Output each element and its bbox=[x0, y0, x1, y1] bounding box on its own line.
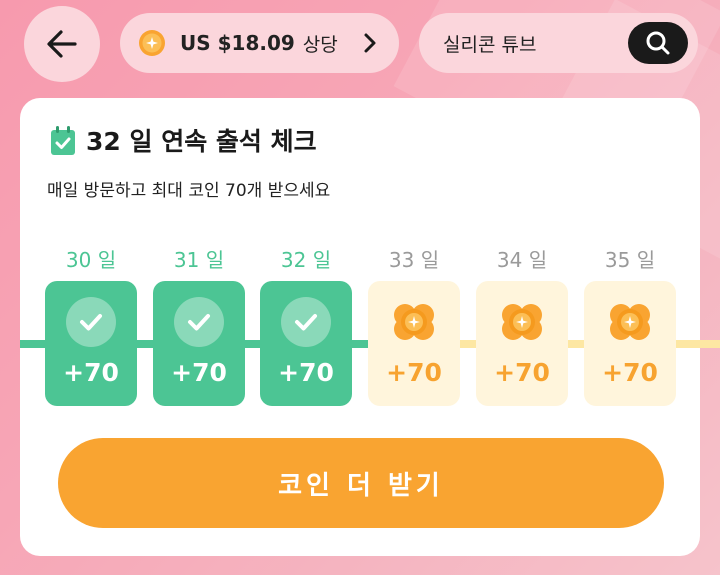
search-bar[interactable]: 실리콘 튜브 bbox=[419, 13, 698, 73]
search-icon bbox=[646, 31, 670, 55]
day-tile-upcoming: +70 bbox=[476, 281, 568, 406]
attendance-card: 32 일 연속 출석 체크 매일 방문하고 최대 코인 70개 받으세요 30 … bbox=[20, 98, 720, 556]
check-icon bbox=[66, 297, 116, 347]
calendar-check-icon bbox=[51, 126, 75, 155]
day-reward: +70 bbox=[386, 358, 442, 387]
chevron-right-icon bbox=[364, 33, 376, 53]
search-query[interactable]: 실리콘 튜브 bbox=[443, 30, 536, 57]
back-button[interactable] bbox=[24, 6, 100, 82]
day-label: 32 일 bbox=[280, 248, 332, 272]
card-title: 32 일 연속 출석 체크 bbox=[86, 127, 317, 156]
day-reward: +70 bbox=[602, 358, 658, 387]
day-reward: +70 bbox=[278, 358, 334, 387]
card-title-row: 32 일 연속 출석 체크 bbox=[50, 122, 317, 158]
day-label: 30 일 bbox=[65, 248, 117, 272]
check-icon bbox=[174, 297, 224, 347]
day-tile-completed: +70 bbox=[153, 281, 245, 406]
get-more-coins-button[interactable]: 코인 더 받기 bbox=[58, 438, 664, 528]
day-reward: +70 bbox=[494, 358, 550, 387]
coin-balance-button[interactable]: US $18.09 상당 bbox=[120, 13, 399, 73]
day-tile-upcoming: +70 bbox=[368, 281, 460, 406]
coin-stack-icon bbox=[394, 304, 434, 340]
back-arrow-icon bbox=[47, 30, 77, 58]
day-label: 31 일 bbox=[173, 248, 225, 272]
search-button[interactable] bbox=[628, 22, 688, 64]
day-label: 34 일 bbox=[496, 248, 548, 272]
day-reward: +70 bbox=[171, 358, 227, 387]
coin-stack-icon bbox=[610, 304, 650, 340]
coin-icon bbox=[139, 30, 165, 56]
day-tile-completed: +70 bbox=[260, 281, 352, 406]
get-more-coins-label: 코인 더 받기 bbox=[278, 470, 444, 501]
check-icon bbox=[281, 297, 331, 347]
day-tile-upcoming: +70 bbox=[584, 281, 676, 406]
day-reward: +70 bbox=[63, 358, 119, 387]
coin-amount: US $18.09 bbox=[180, 31, 295, 55]
day-label: 33 일 bbox=[388, 248, 440, 272]
day-tile-completed: +70 bbox=[45, 281, 137, 406]
card-subtitle: 매일 방문하고 최대 코인 70개 받으세요 bbox=[47, 181, 331, 201]
coin-stack-icon bbox=[502, 304, 542, 340]
coin-amount-suffix: 상당 bbox=[302, 33, 338, 56]
day-label: 35 일 bbox=[604, 248, 656, 272]
